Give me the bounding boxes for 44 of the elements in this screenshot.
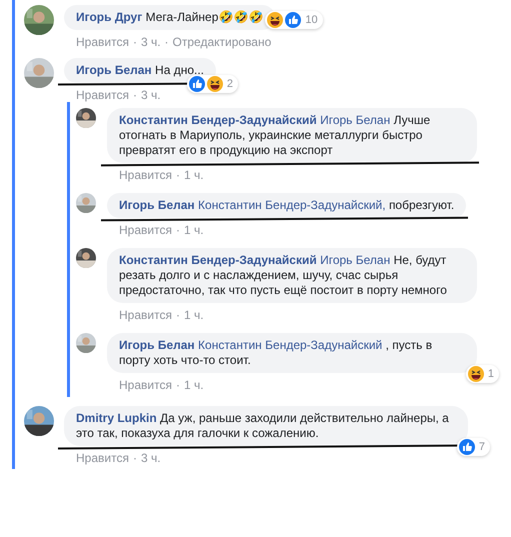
comment-text: Игорь Белан На дно...	[64, 58, 216, 83]
reactions-badge[interactable]: 1	[466, 365, 499, 383]
comment-text: Игорь Белан Константин Бендер-Задунайский , пусть в порту хоть что-то стоит.	[107, 333, 477, 373]
reactions-badge[interactable]: 2	[186, 75, 238, 93]
like-icon	[458, 439, 475, 455]
timestamp[interactable]: 1 ч.	[184, 168, 204, 182]
like-link[interactable]: Нравится	[119, 168, 172, 182]
laughing-face-icon	[206, 76, 223, 92]
reaction-count: 2	[226, 78, 234, 90]
separator-dot: ·	[176, 378, 180, 392]
separator-dot: ·	[176, 223, 180, 237]
like-link[interactable]: Нравится	[119, 308, 172, 322]
like-link[interactable]: Нравится	[76, 88, 129, 102]
reactions-badge[interactable]: 7	[456, 438, 490, 456]
timestamp[interactable]: 3 ч.	[140, 451, 161, 465]
like-icon	[188, 76, 205, 92]
separator-dot: ·	[176, 168, 180, 182]
reactions-badge[interactable]: 10	[265, 11, 323, 29]
comment-text: Игорь Друг Мега-Лайнер🤣🤣🤣	[64, 5, 276, 30]
comment-text: Константин Бендер-Задунайский Игорь Белан Лучше отогнать в Мариуполь, украинские металлурги быстро превратят его в продукцию на экспорт	[107, 108, 477, 163]
timestamp[interactable]: 1 ч.	[184, 378, 204, 392]
reaction-count: 10	[304, 14, 319, 26]
timestamp[interactable]: 3 ч.	[140, 88, 161, 102]
separator-dot: ·	[164, 35, 169, 49]
like-link[interactable]: Нравится	[119, 378, 172, 392]
reaction-count: 1	[486, 368, 495, 380]
laughing-face-icon	[468, 366, 484, 382]
comment-text: Игорь Белан Константин Бендер-Задунайский, побрезгуют.	[107, 193, 466, 218]
comment-text: Константин Бендер-Задунайский Игорь Белан Не, будут резать долго и с наслаждением, шучу, счас сырья предостаточно, так что пусть ещё постоит в порту немного	[107, 248, 477, 303]
like-link[interactable]: Нравится	[76, 451, 129, 465]
separator-dot: ·	[132, 88, 137, 102]
separator-dot: ·	[176, 308, 180, 322]
edited-label: Отредактировано	[172, 35, 272, 49]
like-icon	[285, 12, 302, 28]
reaction-count: 7	[478, 441, 486, 453]
timestamp[interactable]: 1 ч.	[184, 308, 204, 322]
comment-text: Dmitry Lupkin Да уж, раньше заходили действительно лайнеры, а это так, показуха для галочки к сожалению.	[64, 406, 468, 446]
like-link[interactable]: Нравится	[76, 35, 129, 49]
like-link[interactable]: Нравится	[119, 223, 172, 237]
separator-dot: ·	[132, 451, 137, 465]
timestamp[interactable]: 3 ч.	[140, 35, 161, 49]
timestamp[interactable]: 1 ч.	[184, 223, 204, 237]
laughing-face-icon	[267, 12, 284, 28]
separator-dot: ·	[132, 35, 137, 49]
